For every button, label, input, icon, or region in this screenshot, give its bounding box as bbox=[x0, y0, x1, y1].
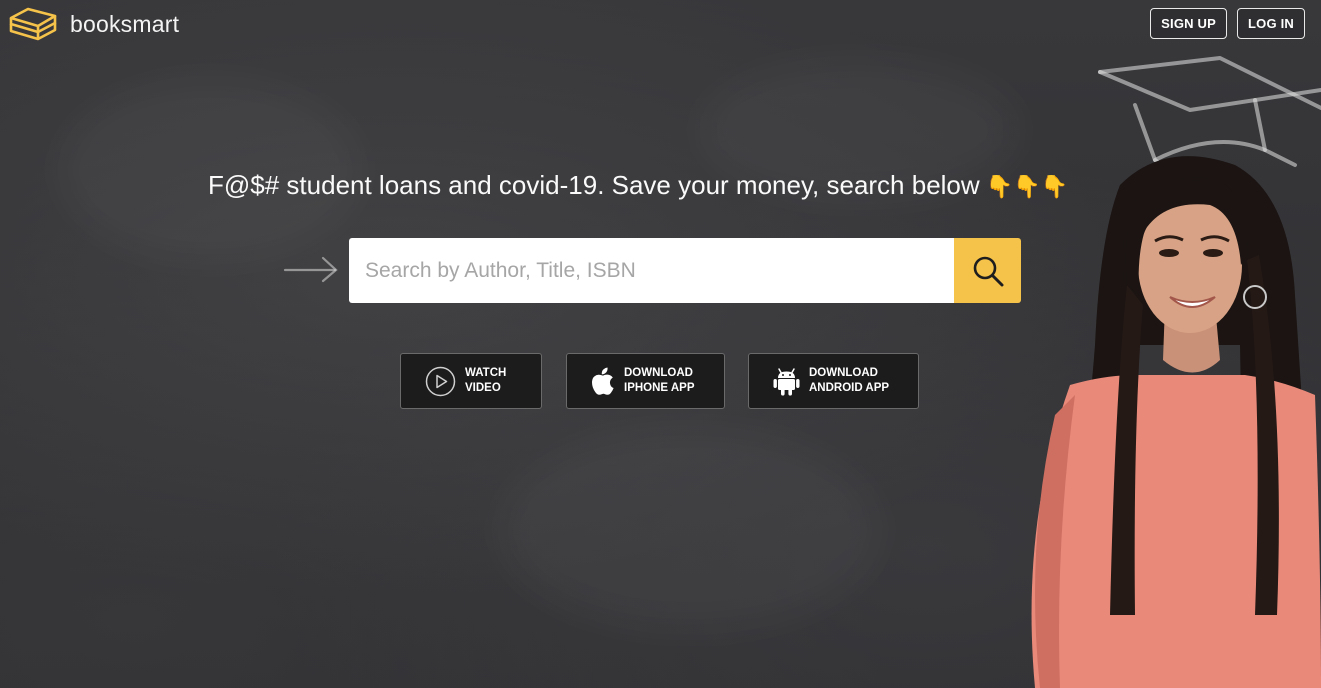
watch-video-label: WATCH VIDEO bbox=[465, 366, 506, 396]
play-icon bbox=[425, 366, 456, 396]
search-bar bbox=[349, 238, 1021, 303]
iphone-app-line1: DOWNLOAD bbox=[624, 367, 693, 379]
android-app-label: DOWNLOAD ANDROID APP bbox=[809, 366, 889, 396]
android-icon bbox=[773, 368, 800, 396]
download-android-app-button[interactable]: DOWNLOAD ANDROID APP bbox=[748, 353, 919, 409]
iphone-app-label: DOWNLOAD IPHONE APP bbox=[624, 366, 695, 396]
brand-name: booksmart bbox=[70, 10, 180, 37]
chalk-arrow-icon bbox=[283, 256, 338, 283]
auth-actions: SIGN UP LOG IN bbox=[1150, 8, 1305, 39]
books-icon bbox=[9, 7, 57, 41]
watch-video-line1: WATCH bbox=[465, 367, 507, 379]
hero-headline-text: F@$# student loans and covid-19. Save yo… bbox=[208, 170, 980, 200]
iphone-app-line2: IPHONE APP bbox=[624, 382, 695, 394]
android-app-line2: ANDROID APP bbox=[809, 382, 890, 394]
search-input[interactable] bbox=[349, 238, 954, 303]
chalk-smudge bbox=[500, 430, 880, 630]
student-photo bbox=[1031, 156, 1321, 688]
search-button[interactable] bbox=[954, 238, 1021, 303]
watch-video-button[interactable]: WATCH VIDEO bbox=[400, 353, 542, 409]
search-icon bbox=[973, 256, 1003, 286]
watch-video-line2: VIDEO bbox=[465, 382, 501, 394]
log-in-button[interactable]: LOG IN bbox=[1237, 8, 1305, 39]
download-iphone-app-button[interactable]: DOWNLOAD IPHONE APP bbox=[566, 353, 725, 409]
hero-headline: F@$# student loans and covid-19. Save yo… bbox=[208, 170, 1118, 201]
android-app-line1: DOWNLOAD bbox=[809, 367, 878, 379]
apple-icon bbox=[592, 367, 614, 395]
brand-logo[interactable]: booksmart bbox=[8, 6, 179, 42]
sign-up-button[interactable]: SIGN UP bbox=[1150, 8, 1228, 39]
pointing-down-emoji: 👇👇👇 bbox=[985, 174, 1068, 199]
